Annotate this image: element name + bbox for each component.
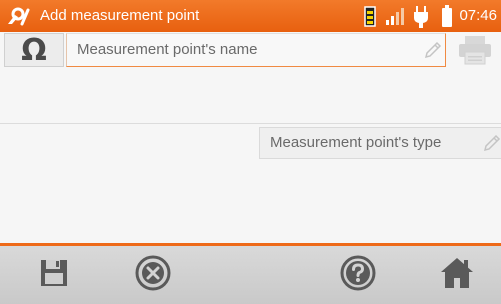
type-field-label: Measurement point's type [270,134,442,151]
name-field-label: Measurement point's name [77,41,258,58]
cancel-button[interactable] [123,246,183,304]
battery-level-icon [362,0,378,32]
print-button[interactable] [452,34,498,66]
screen-title: Add measurement point [40,7,200,24]
save-button[interactable] [24,246,84,304]
clock: 07:46 [459,7,497,24]
battery-icon [440,0,454,32]
pencil-icon [423,40,443,65]
home-icon [439,256,475,295]
measurement-point-name-field[interactable]: Measurement point's name [66,33,446,67]
help-button[interactable] [328,246,388,304]
floppy-disk-icon [39,258,69,293]
home-button[interactable] [427,246,487,304]
signal-icon [384,0,406,32]
status-bar: Add measurement point 07:46 [0,0,501,32]
wrench-probe-icon [6,6,32,31]
ohm-button[interactable]: Ω [4,32,64,68]
pencil-icon [482,133,501,158]
measurement-point-type-field[interactable]: Measurement point's type [259,127,501,159]
question-circle-icon [339,254,377,297]
ohm-icon: Ω [21,32,47,68]
power-plug-icon [412,0,430,32]
close-circle-icon [134,254,172,297]
printer-icon [452,36,498,70]
divider [0,123,501,124]
